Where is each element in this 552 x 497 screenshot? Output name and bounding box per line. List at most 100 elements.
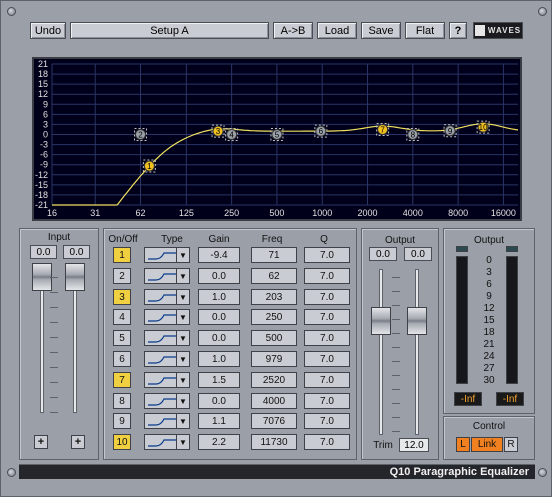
- band-onoff-button[interactable]: 10: [113, 434, 131, 450]
- band-q-value[interactable]: 7.0: [304, 413, 350, 429]
- control-l-button[interactable]: L: [456, 437, 470, 452]
- output-left-fader[interactable]: [371, 307, 391, 335]
- band-freq-value[interactable]: 979: [251, 351, 297, 367]
- meter-scale-label: 9: [486, 291, 492, 302]
- band-type-select[interactable]: ▼: [144, 434, 190, 450]
- output-right-value[interactable]: 0.0: [404, 247, 432, 261]
- fader-tick: [392, 291, 400, 292]
- band-gain-value[interactable]: 0.0: [198, 309, 240, 325]
- band-freq-value[interactable]: 7076: [251, 413, 297, 429]
- plugin-window: Undo Setup A A->B Load Save Flat ? WAVES…: [0, 0, 552, 497]
- band-onoff-button[interactable]: 3: [113, 289, 131, 305]
- band-q-value[interactable]: 7.0: [304, 372, 350, 388]
- right-peak-readout[interactable]: -Inf: [496, 392, 524, 406]
- input-right-value[interactable]: 0.0: [63, 245, 90, 259]
- band-freq-value[interactable]: 4000: [251, 393, 297, 409]
- band-onoff-button[interactable]: 6: [113, 351, 131, 367]
- band-gain-value[interactable]: 0.0: [198, 393, 240, 409]
- band-freq-value[interactable]: 250: [251, 309, 297, 325]
- meter-scale-label: 21: [483, 339, 495, 350]
- band-onoff-button[interactable]: 5: [113, 330, 131, 346]
- band-freq-value[interactable]: 71: [251, 247, 297, 263]
- waves-logo-icon: [474, 25, 485, 36]
- save-button[interactable]: Save: [361, 22, 401, 39]
- band-gain-value[interactable]: 1.1: [198, 413, 240, 429]
- fader-tick: [50, 367, 58, 368]
- left-peak-readout[interactable]: -Inf: [454, 392, 482, 406]
- filter-shape-icon: [148, 418, 176, 426]
- band-onoff-button[interactable]: 7: [113, 372, 131, 388]
- band-freq-value[interactable]: 203: [251, 289, 297, 305]
- band-gain-value[interactable]: 1.0: [198, 289, 240, 305]
- meter-panel: Output 0 3 6 9 12 15 18 21 24 27 30 -Inf -Inf: [443, 228, 535, 414]
- help-button[interactable]: ?: [449, 22, 467, 39]
- band-gain-value[interactable]: 2.2: [198, 434, 240, 450]
- y-tick-label: 6: [43, 109, 48, 119]
- chevron-down-icon: ▼: [176, 290, 189, 304]
- input-right-fader[interactable]: [65, 263, 85, 291]
- band-freq-value[interactable]: 11730: [251, 434, 297, 450]
- band-q-value[interactable]: 7.0: [304, 351, 350, 367]
- input-left-fader[interactable]: [32, 263, 52, 291]
- band-q-value[interactable]: 7.0: [304, 289, 350, 305]
- flat-button[interactable]: Flat: [405, 22, 445, 39]
- meter-label: Output: [473, 235, 505, 246]
- band-gain-value[interactable]: 0.0: [198, 330, 240, 346]
- band-gain-value[interactable]: 0.0: [198, 268, 240, 284]
- filter-shape-icon: [148, 314, 176, 322]
- band-onoff-button[interactable]: 4: [113, 309, 131, 325]
- band-q-value[interactable]: 7.0: [304, 309, 350, 325]
- band-marker-label: 10: [479, 123, 488, 132]
- meter-scale-label: 15: [483, 315, 495, 326]
- band-gain-value[interactable]: -9.4: [198, 247, 240, 263]
- y-tick-label: -15: [35, 180, 48, 190]
- band-type-select[interactable]: ▼: [144, 268, 190, 284]
- plugin-title: Q10 Paragraphic Equalizer: [389, 466, 529, 478]
- band-type-select[interactable]: ▼: [144, 330, 190, 346]
- input-left-plus-button[interactable]: +: [34, 435, 48, 449]
- band-q-value[interactable]: 7.0: [304, 330, 350, 346]
- control-link-button[interactable]: Link: [471, 437, 503, 452]
- band-gain-value[interactable]: 1.0: [198, 351, 240, 367]
- band-freq-value[interactable]: 500: [251, 330, 297, 346]
- band-onoff-button[interactable]: 9: [113, 413, 131, 429]
- band-q-value[interactable]: 7.0: [304, 393, 350, 409]
- band-q-value[interactable]: 7.0: [304, 434, 350, 450]
- band-type-select[interactable]: ▼: [144, 351, 190, 367]
- setup-name-button[interactable]: Setup A: [70, 22, 269, 39]
- undo-button[interactable]: Undo: [30, 22, 66, 39]
- screw-icon: [538, 7, 547, 16]
- load-button[interactable]: Load: [317, 22, 357, 39]
- trim-value[interactable]: 12.0: [399, 438, 429, 452]
- filter-shape-icon: [148, 273, 176, 281]
- input-left-value[interactable]: 0.0: [30, 245, 57, 259]
- band-marker[interactable]: 10: [476, 120, 490, 134]
- output-right-fader[interactable]: [407, 307, 427, 335]
- band-q-value[interactable]: 7.0: [304, 247, 350, 263]
- filter-shape-icon: [148, 356, 176, 364]
- band-onoff-button[interactable]: 8: [113, 393, 131, 409]
- filter-shape-icon: [148, 377, 176, 385]
- band-type-select[interactable]: ▼: [144, 309, 190, 325]
- band-onoff-button[interactable]: 2: [113, 268, 131, 284]
- band-q-value[interactable]: 7.0: [304, 268, 350, 284]
- eq-graph-svg[interactable]: 211815129630-3-6-9-12-15-18-2116 31 62 125 2…: [34, 59, 520, 219]
- fader-tick: [50, 307, 58, 308]
- band-type-select[interactable]: ▼: [144, 247, 190, 263]
- control-r-button[interactable]: R: [504, 437, 518, 452]
- band-type-select[interactable]: ▼: [144, 289, 190, 305]
- ab-button[interactable]: A->B: [273, 22, 313, 39]
- input-right-plus-button[interactable]: +: [71, 435, 85, 449]
- band-type-select[interactable]: ▼: [144, 372, 190, 388]
- band-type-select[interactable]: ▼: [144, 413, 190, 429]
- band-freq-value[interactable]: 62: [251, 268, 297, 284]
- meter-scale-label: 30: [483, 375, 495, 386]
- eq-graph[interactable]: 21 18 15 12 9 6 3 0 -3 -6 -9 -12 -15 -18 -21 16 31 62 125 2…: [32, 57, 522, 221]
- band-gain-value[interactable]: 1.5: [198, 372, 240, 388]
- fader-tick: [392, 361, 400, 362]
- band-onoff-button[interactable]: 1: [113, 247, 131, 263]
- band-freq-value[interactable]: 2520: [251, 372, 297, 388]
- meter-scale-label: 24: [483, 351, 495, 362]
- output-left-value[interactable]: 0.0: [369, 247, 397, 261]
- band-type-select[interactable]: ▼: [144, 393, 190, 409]
